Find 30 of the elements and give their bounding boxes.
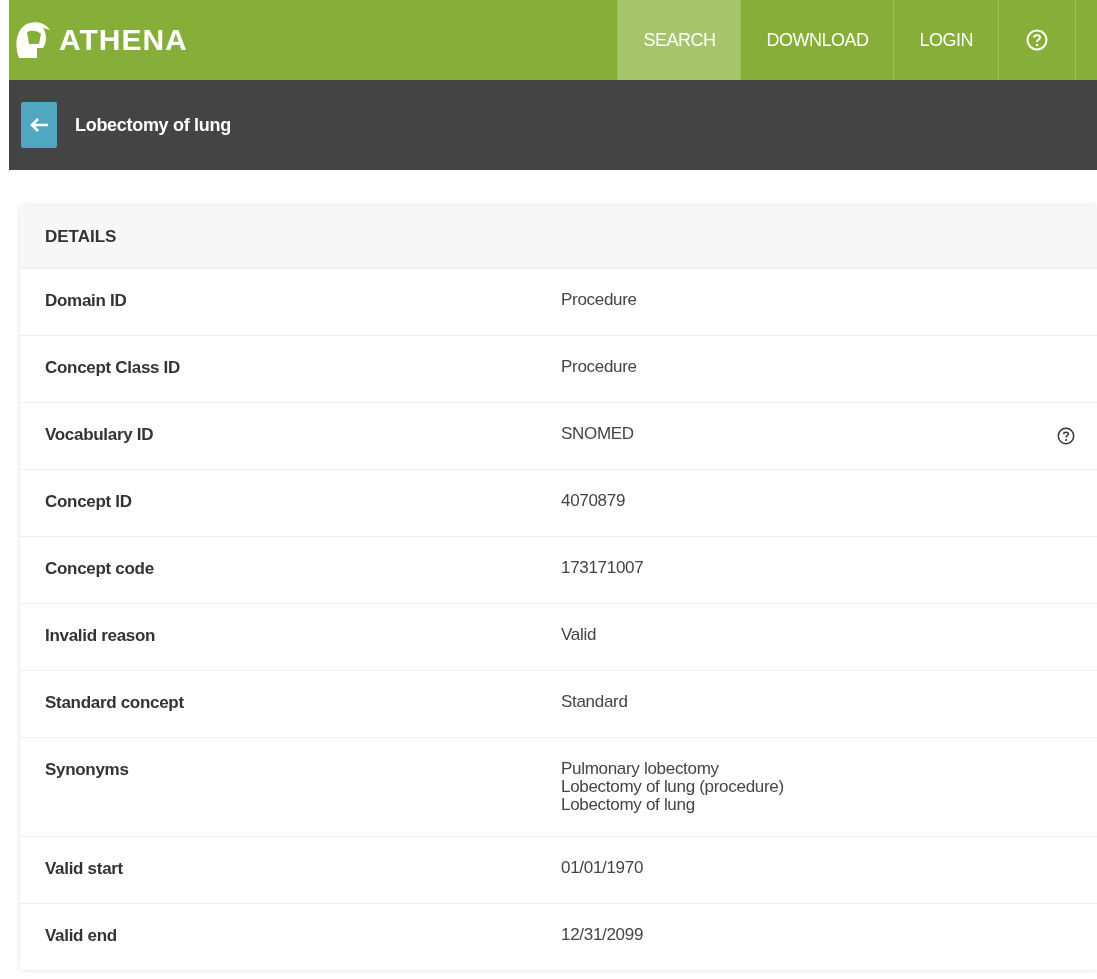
detail-value: Procedure — [561, 291, 638, 309]
detail-value: SNOMED — [561, 425, 635, 443]
detail-label: Concept ID — [45, 492, 133, 512]
back-arrow-icon — [29, 117, 49, 133]
detail-value: Valid — [561, 626, 598, 644]
detail-label: Synonyms — [45, 760, 130, 780]
detail-label: Concept Class ID — [45, 358, 181, 378]
detail-label: Domain ID — [45, 291, 128, 311]
details-heading: DETAILS — [45, 227, 117, 247]
detail-value: Lobectomy of lung — [561, 796, 696, 814]
help-icon — [1026, 29, 1048, 51]
detail-label: Valid end — [45, 926, 118, 946]
detail-label: Concept code — [45, 559, 155, 579]
detail-value: Lobectomy of lung (procedure) — [561, 778, 785, 796]
nav-link[interactable]: SEARCH — [617, 0, 741, 80]
help-icon[interactable] — [1057, 427, 1075, 445]
detail-value: 173171007 — [561, 559, 645, 577]
detail-label: Valid start — [45, 859, 124, 879]
detail-value: 12/31/2099 — [561, 926, 645, 944]
detail-value: 4070879 — [561, 492, 627, 510]
detail-value: Standard — [561, 693, 629, 711]
detail-value: 01/01/1970 — [561, 859, 645, 877]
detail-value: Pulmonary lobectomy — [561, 760, 720, 778]
detail-label: Invalid reason — [45, 626, 157, 646]
detail-value: Procedure — [561, 358, 638, 376]
detail-label: Standard concept — [45, 693, 185, 713]
concept-title: Lobectomy of lung — [75, 114, 231, 136]
logo-text[interactable]: ATHENA — [59, 23, 188, 57]
detail-label: Vocabulary ID — [45, 425, 155, 445]
back-button[interactable] — [21, 102, 57, 148]
